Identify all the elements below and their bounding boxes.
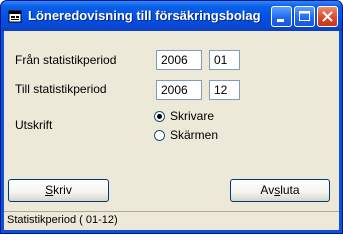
app-form-icon	[8, 10, 22, 23]
print-button-label: kriv	[53, 183, 72, 197]
close-button[interactable]	[317, 6, 338, 27]
radio-printer[interactable]	[154, 110, 165, 122]
to-year-field[interactable]: 2006	[156, 80, 202, 100]
output-option-screen-label: Skärmen	[170, 128, 219, 142]
output-label: Utskrift	[15, 118, 53, 132]
maximize-icon	[299, 11, 310, 21]
exit-button[interactable]: Avsluta	[230, 179, 330, 202]
exit-button-label-end: luta	[280, 183, 300, 197]
output-option-printer[interactable]: Skrivare	[154, 109, 214, 123]
minimize-button[interactable]	[271, 6, 292, 27]
window: Löneredovisning till försäkringsbolag Fr…	[0, 0, 343, 234]
from-period-label: Från statistikperiod	[15, 53, 117, 67]
to-period-label: Till statistikperiod	[15, 82, 107, 96]
from-month-field[interactable]: 01	[209, 50, 240, 70]
from-year-field[interactable]: 2006	[156, 50, 202, 70]
window-title: Löneredovisning till försäkringsbolag	[28, 8, 261, 23]
radio-screen[interactable]	[154, 129, 165, 141]
title-bar[interactable]: Löneredovisning till försäkringsbolag	[1, 1, 342, 31]
status-bar: Statistikperiod ( 01-12)	[4, 211, 339, 230]
close-icon	[322, 11, 333, 22]
to-month-field[interactable]: 12	[209, 80, 240, 100]
exit-button-label-start: Av	[260, 183, 275, 197]
print-button-accesskey: S	[45, 183, 54, 197]
output-option-screen[interactable]: Skärmen	[154, 128, 218, 142]
output-option-printer-label: Skrivare	[170, 109, 215, 123]
minimize-icon	[277, 19, 284, 22]
print-button[interactable]: Skriv	[8, 179, 109, 202]
maximize-button[interactable]	[294, 6, 315, 27]
client-area: Från statistikperiod 2006 01 Till statis…	[4, 31, 339, 230]
